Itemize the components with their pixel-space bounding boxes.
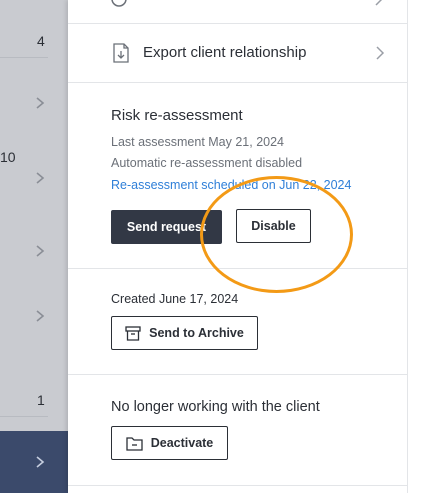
chevron-right-icon[interactable] [33,171,47,185]
chevron-right-icon [375,0,383,6]
chevron-right-icon [376,46,385,60]
auto-reassessment-status: Automatic re-assessment disabled [111,156,303,170]
disable-button-label: Disable [251,219,296,233]
divider [68,268,407,269]
deactivate-label: Deactivate [150,436,214,450]
divider [68,374,407,375]
deactivate-button[interactable]: Deactivate [111,426,228,460]
folder-minus-icon [126,436,143,451]
background-selected-row[interactable] [0,431,68,493]
chevron-right-icon[interactable] [33,96,47,110]
no-longer-working-title: No longer working with the client [111,399,320,415]
divider [68,485,407,486]
chevron-right-icon [36,456,45,468]
last-assessment-text: Last assessment May 21, 2024 [111,135,285,149]
reassessment-scheduled-link[interactable]: Re-assessment scheduled on Jun 22, 2024 [111,178,351,192]
export-client-relationship-row[interactable]: Export client relationship [68,24,407,82]
send-request-button[interactable]: Send request [111,210,222,244]
send-to-archive-button[interactable]: Send to Archive [111,316,258,350]
archive-box-icon [125,325,141,341]
right-gutter [407,0,448,493]
send-to-archive-label: Send to Archive [149,326,244,340]
background-count: 1 [37,392,45,408]
background-count: 10 [0,149,16,165]
background-divider [0,416,48,417]
divider [68,82,407,83]
background-divider [0,57,48,58]
chevron-right-icon[interactable] [33,309,47,323]
disable-button[interactable]: Disable [236,209,311,243]
export-client-relationship-label: Export client relationship [143,44,307,61]
file-download-icon [113,43,129,63]
clock-icon [111,0,127,7]
background-count: 4 [37,33,45,49]
risk-reassessment-title: Risk re-assessment [111,107,243,124]
chevron-right-icon[interactable] [33,244,47,258]
created-date-text: Created June 17, 2024 [111,292,239,306]
